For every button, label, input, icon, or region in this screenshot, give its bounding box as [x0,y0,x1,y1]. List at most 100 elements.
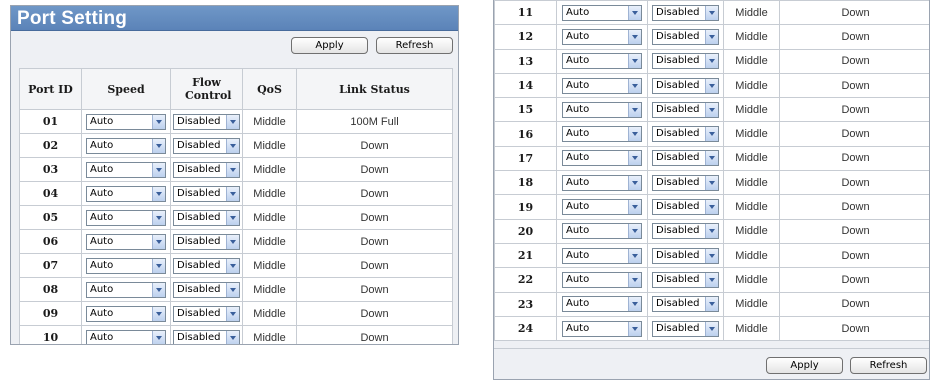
chevron-down-icon[interactable] [628,78,641,93]
chevron-down-icon[interactable] [628,175,641,190]
chevron-down-icon[interactable] [152,186,165,201]
chevron-down-icon[interactable] [152,306,165,321]
chevron-down-icon[interactable] [705,151,718,166]
chevron-down-icon[interactable] [628,5,641,20]
chevron-down-icon[interactable] [226,282,239,297]
chevron-down-icon[interactable] [705,5,718,20]
speed-select[interactable]: Auto [562,4,642,21]
speed-select[interactable]: Auto [562,199,642,216]
speed-select[interactable]: Auto [86,161,166,178]
chevron-down-icon[interactable] [226,162,239,177]
flow-control-select[interactable]: Disabled [652,247,719,264]
flow-control-select[interactable]: Disabled [173,209,240,226]
speed-select[interactable]: Auto [562,296,642,313]
speed-select[interactable]: Auto [86,281,166,298]
speed-select[interactable]: Auto [86,137,166,154]
flow-control-select[interactable]: Disabled [173,185,240,202]
speed-select[interactable]: Auto [86,329,166,344]
flow-control-select[interactable]: Disabled [173,305,240,322]
chevron-down-icon[interactable] [226,114,239,129]
speed-select[interactable]: Auto [562,174,642,191]
flow-control-select[interactable]: Disabled [652,101,719,118]
speed-select[interactable]: Auto [562,320,642,337]
flow-control-select[interactable]: Disabled [652,77,719,94]
chevron-down-icon[interactable] [705,102,718,117]
flow-control-select[interactable]: Disabled [652,296,719,313]
flow-control-select[interactable]: Disabled [652,28,719,45]
chevron-down-icon[interactable] [705,248,718,263]
chevron-down-icon[interactable] [152,282,165,297]
speed-select[interactable]: Auto [86,305,166,322]
chevron-down-icon[interactable] [226,306,239,321]
chevron-down-icon[interactable] [628,297,641,312]
speed-select[interactable]: Auto [562,28,642,45]
chevron-down-icon[interactable] [152,114,165,129]
chevron-down-icon[interactable] [705,272,718,287]
flow-control-select[interactable]: Disabled [173,233,240,250]
speed-select[interactable]: Auto [562,53,642,70]
refresh-button[interactable]: Refresh [850,357,927,374]
speed-select[interactable]: Auto [86,233,166,250]
chevron-down-icon[interactable] [628,29,641,44]
chevron-down-icon[interactable] [628,151,641,166]
chevron-down-icon[interactable] [152,162,165,177]
flow-control-select[interactable]: Disabled [652,53,719,70]
flow-control-select[interactable]: Disabled [652,320,719,337]
chevron-down-icon[interactable] [705,54,718,69]
speed-select[interactable]: Auto [562,77,642,94]
chevron-down-icon[interactable] [705,321,718,336]
chevron-down-icon[interactable] [628,54,641,69]
chevron-down-icon[interactable] [226,210,239,225]
speed-select[interactable]: Auto [86,185,166,202]
chevron-down-icon[interactable] [705,297,718,312]
chevron-down-icon[interactable] [705,78,718,93]
speed-select[interactable]: Auto [562,101,642,118]
speed-select[interactable]: Auto [562,126,642,143]
flow-control-select[interactable]: Disabled [173,257,240,274]
chevron-down-icon[interactable] [628,200,641,215]
speed-select[interactable]: Auto [86,209,166,226]
chevron-down-icon[interactable] [628,224,641,239]
flow-control-select[interactable]: Disabled [652,126,719,143]
flow-control-select[interactable]: Disabled [173,161,240,178]
chevron-down-icon[interactable] [705,200,718,215]
flow-control-select[interactable]: Disabled [173,329,240,344]
speed-select[interactable]: Auto [562,223,642,240]
chevron-down-icon[interactable] [628,102,641,117]
apply-button[interactable]: Apply [766,357,843,374]
speed-select[interactable]: Auto [562,247,642,264]
speed-select[interactable]: Auto [562,271,642,288]
chevron-down-icon[interactable] [628,127,641,142]
chevron-down-icon[interactable] [705,29,718,44]
chevron-down-icon[interactable] [152,234,165,249]
flow-control-select[interactable]: Disabled [173,137,240,154]
refresh-button[interactable]: Refresh [376,37,453,54]
chevron-down-icon[interactable] [628,321,641,336]
chevron-down-icon[interactable] [226,186,239,201]
chevron-down-icon[interactable] [705,224,718,239]
chevron-down-icon[interactable] [226,138,239,153]
chevron-down-icon[interactable] [705,175,718,190]
speed-select[interactable]: Auto [86,113,166,130]
flow-control-select[interactable]: Disabled [652,4,719,21]
chevron-down-icon[interactable] [705,127,718,142]
chevron-down-icon[interactable] [226,234,239,249]
flow-control-select[interactable]: Disabled [652,199,719,216]
flow-control-select[interactable]: Disabled [652,174,719,191]
flow-control-select[interactable]: Disabled [173,281,240,298]
speed-select[interactable]: Auto [562,150,642,167]
flow-control-select[interactable]: Disabled [173,113,240,130]
chevron-down-icon[interactable] [152,138,165,153]
chevron-down-icon[interactable] [226,330,239,344]
chevron-down-icon[interactable] [628,248,641,263]
chevron-down-icon[interactable] [628,272,641,287]
flow-control-select[interactable]: Disabled [652,271,719,288]
speed-select[interactable]: Auto [86,257,166,274]
chevron-down-icon[interactable] [152,210,165,225]
chevron-down-icon[interactable] [226,258,239,273]
flow-control-select[interactable]: Disabled [652,150,719,167]
chevron-down-icon[interactable] [152,258,165,273]
chevron-down-icon[interactable] [152,330,165,344]
flow-control-select[interactable]: Disabled [652,223,719,240]
apply-button[interactable]: Apply [291,37,368,54]
